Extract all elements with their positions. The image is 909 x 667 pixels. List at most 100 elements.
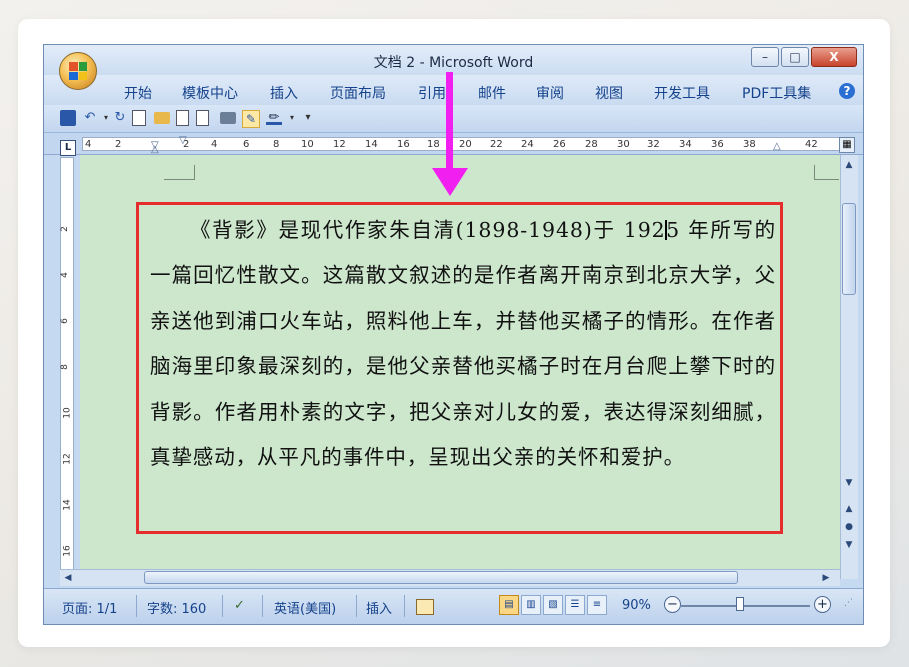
redo-icon[interactable]: ↻ [112,110,128,126]
ruler-number: 6 [243,139,250,150]
left-indent-marker[interactable]: △ [151,144,159,155]
vruler-number: 12 [62,453,73,465]
scroll-right-icon[interactable]: ▶ [820,572,832,584]
vertical-scroll-thumb[interactable] [842,203,856,295]
tab-review[interactable]: 审阅 [536,83,564,103]
zoom-level[interactable]: 90% [622,598,651,613]
ruler-strip[interactable]: 4 2 2 4 6 8 10 12 14 16 18 20 22 24 26 2… [82,135,840,155]
macro-record-icon[interactable] [416,599,434,615]
quick-access-toolbar: ↶ ▾ ↻ ✎ ✏ ▾ ▾ [44,105,863,133]
ruler-number: 26 [553,139,566,150]
zoom-slider-thumb[interactable] [736,597,744,611]
insert-mode-indicator[interactable]: 插入 [366,598,392,617]
status-divider [404,595,405,617]
tab-home[interactable]: 开始 [124,83,152,103]
ruler-number: 22 [490,139,503,150]
vruler-number: 4 [59,272,70,278]
language-indicator[interactable]: 英语(美国) [274,598,336,617]
ruler-number: 4 [211,139,218,150]
view-buttons: ▤ ▥ ▧ ☰ ≡ [499,595,607,615]
blank-page-icon[interactable] [196,110,209,126]
tab-mailings[interactable]: 邮件 [478,83,506,103]
tab-selector-button[interactable]: L [60,140,76,156]
tab-page-layout[interactable]: 页面布局 [330,83,386,103]
ruler-number: 20 [459,139,472,150]
ruler-number: 8 [273,139,280,150]
maximize-button[interactable]: □ [781,47,809,67]
scroll-down-icon[interactable]: ▼ [843,477,855,489]
minimize-button[interactable]: – [751,47,779,67]
ruler-number: 42 [805,139,818,150]
vruler-number: 16 [62,545,73,557]
vruler-number: 8 [59,364,70,370]
customize-toolbar-icon[interactable]: ▾ [300,110,316,126]
undo-icon[interactable]: ↶ [82,110,98,126]
ruler-number: 14 [365,139,378,150]
zoom-slider-track[interactable] [680,605,810,607]
scroll-left-icon[interactable]: ◀ [62,572,74,584]
outline-view-icon[interactable]: ☰ [565,595,585,615]
printer-icon[interactable] [220,112,236,124]
tab-references[interactable]: 引用 [418,83,446,103]
status-bar: 页面: 1/1 字数: 160 ✓ 英语(美国) 插入 ▤ ▥ ▧ ☰ ≡ 90… [44,588,863,624]
tab-pdf-tools[interactable]: PDF工具集 [742,83,811,103]
word-count[interactable]: 字数: 160 [147,598,206,617]
title-bar: 文档 2 - Microsoft Word – □ X [44,45,863,75]
save-icon[interactable] [60,110,76,126]
status-divider [356,595,357,617]
ruler-number: 4 [85,139,92,150]
draft-view-icon[interactable]: ≡ [587,595,607,615]
proofing-icon[interactable]: ✓ [234,598,245,613]
office-button[interactable] [59,52,97,90]
tab-developer[interactable]: 开发工具 [654,83,710,103]
ruler-number: 36 [711,139,724,150]
tab-view[interactable]: 视图 [595,83,623,103]
open-folder-icon[interactable] [154,112,170,124]
vruler-number: 6 [59,318,70,324]
annotation-arrow-head [432,168,468,196]
page-indicator[interactable]: 页面: 1/1 [62,598,117,617]
ruler-number: 34 [679,139,692,150]
ruler-number: 28 [585,139,598,150]
close-button[interactable]: X [811,47,857,67]
margin-corner-right [814,165,839,180]
print-preview-icon[interactable] [132,110,146,126]
zoom-out-button[interactable]: − [664,596,681,613]
vertical-scrollbar[interactable]: ▲ ▼ ▲ ● ▼ [840,155,858,579]
right-indent-marker[interactable]: △ [773,141,781,152]
horizontal-scroll-thumb[interactable] [144,571,738,584]
tab-template-center[interactable]: 模板中心 [182,83,238,103]
web-layout-icon[interactable]: ▧ [543,595,563,615]
text-before-caret: 《背影》是现代作家朱自清(1898-1948)于 192 [190,218,666,242]
ruler-number: 38 [743,139,756,150]
zoom-in-button[interactable]: + [814,596,831,613]
status-divider [222,595,223,617]
ruler-number: 2 [115,139,122,150]
pen-dropdown-icon[interactable]: ▾ [284,110,300,126]
window-controls: – □ X [751,47,857,67]
pen-color-icon[interactable]: ✏ [266,110,282,125]
full-screen-reading-icon[interactable]: ▥ [521,595,541,615]
office-logo-icon [69,62,87,80]
previous-page-icon[interactable]: ▲ [843,503,855,515]
tab-insert[interactable]: 插入 [270,83,298,103]
hanging-indent-marker[interactable]: ▽ [179,135,187,146]
view-ruler-icon[interactable]: ▦ [839,137,855,153]
new-document-icon[interactable] [176,110,189,126]
vertical-ruler: 2 4 6 8 10 12 14 16 [60,157,74,575]
ruler-number: 10 [301,139,314,150]
text-after-caret: 5 年所写的一篇回忆性散文。这篇散文叙述的是作者离开南京到北京大学，父亲送他到浦… [150,218,776,470]
resize-grip-icon[interactable]: ⋰ [844,598,853,608]
draw-table-icon[interactable]: ✎ [242,110,260,128]
print-layout-view-icon[interactable]: ▤ [499,595,519,615]
next-page-icon[interactable]: ▼ [843,539,855,551]
vruler-number: 2 [59,226,70,232]
browse-object-icon[interactable]: ● [843,521,855,533]
status-divider [262,595,263,617]
annotation-arrow-shaft [446,72,453,170]
document-paragraph[interactable]: 《背影》是现代作家朱自清(1898-1948)于 1925 年所写的一篇回忆性散… [150,208,776,480]
horizontal-scrollbar[interactable]: ◀ ▶ [60,569,840,586]
help-icon[interactable]: ? [839,83,855,99]
scroll-up-icon[interactable]: ▲ [843,159,855,171]
status-divider [136,595,137,617]
